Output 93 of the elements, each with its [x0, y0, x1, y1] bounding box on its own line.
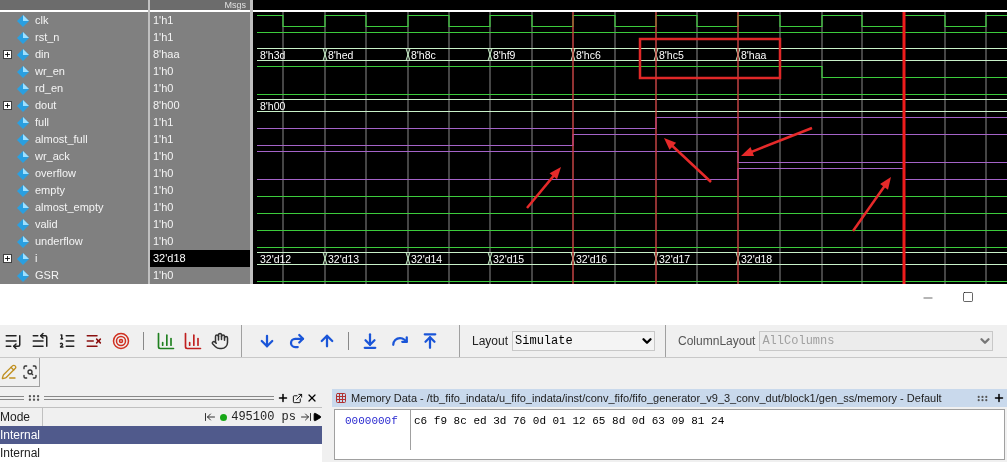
signal-name[interactable]: GSR [35, 270, 59, 281]
signal-value: 1'h0 [152, 81, 175, 97]
signal-icon [17, 184, 29, 197]
cursor-line[interactable] [737, 12, 739, 284]
signal-value: 1'h0 [152, 234, 175, 250]
signal-name[interactable]: din [35, 49, 50, 60]
signal-icon [17, 65, 29, 78]
mode-row[interactable]: Internal [0, 426, 322, 444]
signal-icon [17, 116, 29, 129]
expand-toggle[interactable] [3, 101, 12, 110]
signal-value: 1'h0 [152, 268, 175, 284]
bus-value: 32'd13 [328, 252, 360, 265]
signal-value: 1'h1 [152, 13, 175, 29]
bus-value: 8'h3d [260, 48, 286, 61]
bus-value: 32'd12 [260, 252, 292, 265]
memory-data: c6 f9 8c ed 3d 76 0d 01 12 65 8d 0d 63 09 81 24 [413, 414, 725, 429]
bus-value: 8'hed [328, 48, 354, 61]
layout-select[interactable]: Simulate [512, 330, 656, 351]
signal-icon [17, 133, 29, 146]
signal-value: 32'd18 [150, 250, 250, 267]
signal-name[interactable]: almost_full [35, 134, 88, 145]
signal-value: 1'h0 [152, 183, 175, 199]
close-icon[interactable] [306, 392, 318, 404]
signal-icon [17, 252, 29, 265]
signal-icon [17, 167, 29, 180]
play-icon[interactable] [312, 412, 322, 422]
annotation-arrow [664, 138, 712, 183]
signal-name[interactable]: full [35, 117, 50, 128]
time-value: 495100 ps [231, 409, 296, 426]
annotation-arrow [741, 126, 813, 157]
signal-value: 1'h0 [152, 200, 175, 216]
add-icon[interactable] [993, 392, 1005, 404]
bus-value: 32'd14 [411, 252, 443, 265]
layout-label: Layout [472, 332, 509, 350]
signal-value: 1'h0 [152, 64, 175, 80]
signal-icon [17, 218, 29, 231]
annotation-arrow [526, 167, 561, 209]
bus-value: 32'd18 [741, 252, 773, 265]
signal-name[interactable]: wr_en [35, 66, 65, 77]
signal-value: 1'h1 [152, 115, 175, 131]
signal-name[interactable]: almost_empty [35, 202, 104, 213]
signal-value: 1'h1 [152, 30, 175, 46]
signal-icon [17, 269, 29, 282]
bus-value: 8'haa [741, 48, 767, 61]
signal-name[interactable]: rd_en [35, 83, 64, 94]
bus-value: 32'd16 [576, 252, 608, 265]
column-header: Msgs [224, 1, 246, 10]
annotation-arrow [851, 177, 891, 232]
signal-icon [17, 14, 29, 27]
bus-value: 8'hc6 [576, 48, 601, 61]
maximize-icon[interactable] [962, 291, 974, 303]
bus-value: 32'd17 [659, 252, 691, 265]
signal-icon [17, 82, 29, 95]
bus-value: 8'hc5 [659, 48, 684, 61]
undock-icon[interactable] [292, 392, 303, 404]
signal-name[interactable]: empty [35, 185, 65, 196]
signal-value: 1'h0 [152, 217, 175, 233]
signal-name[interactable]: wr_ack [35, 151, 70, 162]
signal-value: 1'h0 [152, 149, 175, 165]
signal-icon [17, 48, 29, 61]
signal-name[interactable]: underflow [35, 236, 83, 247]
signal-value: 1'h1 [152, 132, 175, 148]
signal-name[interactable]: i [35, 253, 38, 264]
signal-value: 1'h0 [152, 166, 175, 182]
signal-name[interactable]: valid [35, 219, 58, 230]
bus-value: 32'd15 [493, 252, 525, 265]
signal-name[interactable]: clk [35, 15, 49, 26]
memory-address: 0000000f [335, 410, 411, 450]
bus-value: 8'hf9 [493, 48, 516, 61]
signal-value: 8'haa [152, 47, 181, 63]
cursor-line[interactable] [572, 12, 574, 284]
signal-name[interactable]: overflow [35, 168, 76, 179]
signal-name[interactable]: rst_n [35, 32, 60, 43]
expand-toggle[interactable] [3, 254, 12, 263]
signal-icon [17, 150, 29, 163]
bus-value: 8'h00 [260, 99, 286, 112]
cursor-line[interactable] [902, 12, 906, 284]
cursor-line[interactable] [655, 12, 657, 284]
signal-icon [17, 235, 29, 248]
panel-title: Memory Data - /tb_fifo_indata/u_fifo_indata/inst/conv_fifo/fifo_generator_v9_3_conv_dut/block1/gen_ss/memory - Default [351, 390, 942, 406]
signal-value: 8'h00 [152, 98, 181, 114]
mode-row[interactable]: Internal [0, 444, 322, 462]
column-layout-label: ColumnLayout [678, 332, 756, 350]
signal-name[interactable]: dout [35, 100, 57, 111]
signal-icon [17, 99, 29, 112]
signal-icon [17, 201, 29, 214]
jump-back-icon[interactable] [204, 411, 217, 423]
signal-icon [17, 31, 29, 44]
memory-grid-icon [335, 392, 347, 404]
jump-forward-icon[interactable] [300, 411, 312, 423]
expand-toggle[interactable] [3, 50, 12, 59]
add-icon[interactable] [277, 392, 289, 404]
bus-value: 8'h8c [411, 48, 436, 61]
